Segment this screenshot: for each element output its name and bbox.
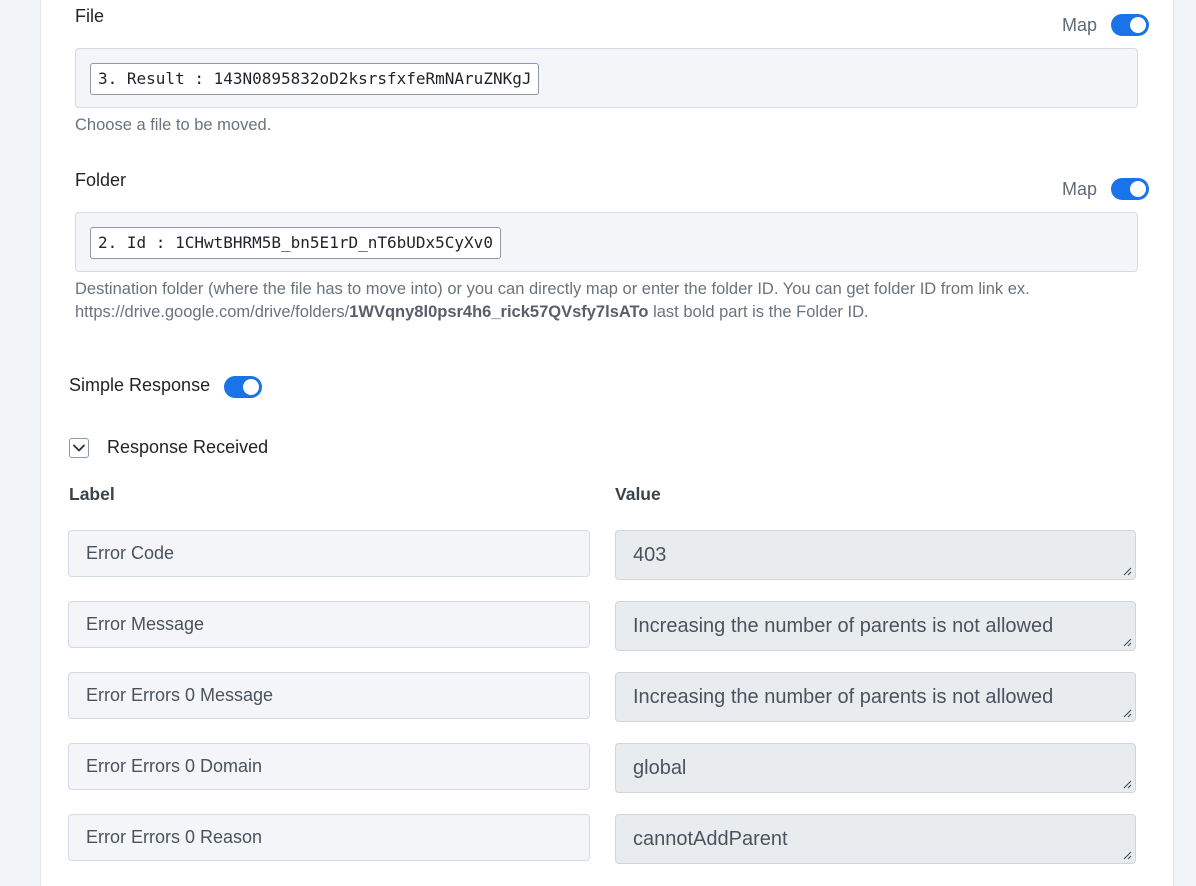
folder-mapped-chip[interactable]: 2. Id : 1CHwtBHRM5B_bn5E1rD_nT6bUDx5CyXv… [90, 227, 501, 259]
response-row-value[interactable]: cannotAddParent [615, 814, 1136, 864]
label-column-header: Label [69, 484, 115, 504]
response-row-value[interactable]: global [615, 743, 1136, 793]
file-label: File [75, 6, 105, 26]
toggle-knob [243, 379, 260, 395]
resize-grip-icon[interactable] [1122, 850, 1132, 860]
response-row-value-text: 403 [633, 544, 667, 566]
resize-grip-icon[interactable] [1122, 708, 1132, 718]
folder-help-text: Destination folder (where the file has t… [75, 278, 1155, 324]
folder-help-bold-id: 1WVqny8l0psr4h6_rick57QVsfy7lsATo [349, 303, 649, 321]
response-row-label: Error Errors 0 Message [68, 672, 590, 719]
toggle-knob [1130, 17, 1146, 33]
folder-help-line2: https://drive.google.com/drive/folders/1… [75, 301, 1155, 324]
file-map-label: Map [1061, 14, 1097, 35]
folder-help-url: https://drive.google.com/drive/folders/ [75, 303, 350, 321]
value-column-header: Value [615, 484, 661, 504]
folder-map-toggle[interactable] [1111, 178, 1149, 200]
file-help-text: Choose a file to be moved. [75, 116, 272, 134]
folder-help-line1: Destination folder (where the file has t… [75, 280, 1030, 298]
form-panel: File Map 3. Result : 143N0895832oD2ksrsf… [40, 0, 1174, 886]
simple-response-control: Simple Response [69, 372, 263, 398]
simple-response-label: Simple Response [69, 374, 211, 395]
response-row-value-text: cannotAddParent [633, 828, 788, 850]
chevron-down-icon[interactable] [69, 437, 89, 458]
folder-map-label: Map [1061, 178, 1097, 199]
file-map-control: Map [1062, 14, 1149, 36]
folder-label: Folder [75, 170, 127, 190]
response-received-title: Response Received [107, 437, 269, 457]
response-row-label: Error Errors 0 Domain [68, 743, 590, 790]
file-mapped-chip[interactable]: 3. Result : 143N0895832oD2ksrsfxfeRmNAru… [90, 63, 540, 95]
folder-help-suffix: last bold part is the Folder ID. [648, 303, 869, 321]
response-row-label: Error Errors 0 Reason [68, 814, 590, 861]
response-row-label: Error Message [68, 601, 590, 648]
file-map-toggle[interactable] [1111, 14, 1149, 36]
file-mapping-input[interactable]: 3. Result : 143N0895832oD2ksrsfxfeRmNAru… [75, 48, 1138, 108]
folder-map-control: Map [1062, 178, 1149, 200]
resize-grip-icon[interactable] [1122, 637, 1132, 647]
response-row-value-text: global [633, 757, 687, 779]
response-row-value[interactable]: 403 [615, 530, 1136, 580]
response-row-label: Error Code [68, 530, 590, 577]
folder-mapping-input[interactable]: 2. Id : 1CHwtBHRM5B_bn5E1rD_nT6bUDx5CyXv… [75, 212, 1138, 272]
toggle-knob [1130, 181, 1146, 197]
response-row-value[interactable]: Increasing the number of parents is not … [615, 601, 1136, 651]
response-row-value-text: Increasing the number of parents is not … [633, 686, 1054, 708]
response-row-value[interactable]: Increasing the number of parents is not … [615, 672, 1136, 722]
resize-grip-icon[interactable] [1122, 779, 1132, 789]
simple-response-toggle[interactable] [224, 376, 263, 398]
response-received-header[interactable]: Response Received [69, 437, 268, 458]
resize-grip-icon[interactable] [1122, 566, 1132, 576]
response-row-value-text: Increasing the number of parents is not … [633, 615, 1054, 637]
